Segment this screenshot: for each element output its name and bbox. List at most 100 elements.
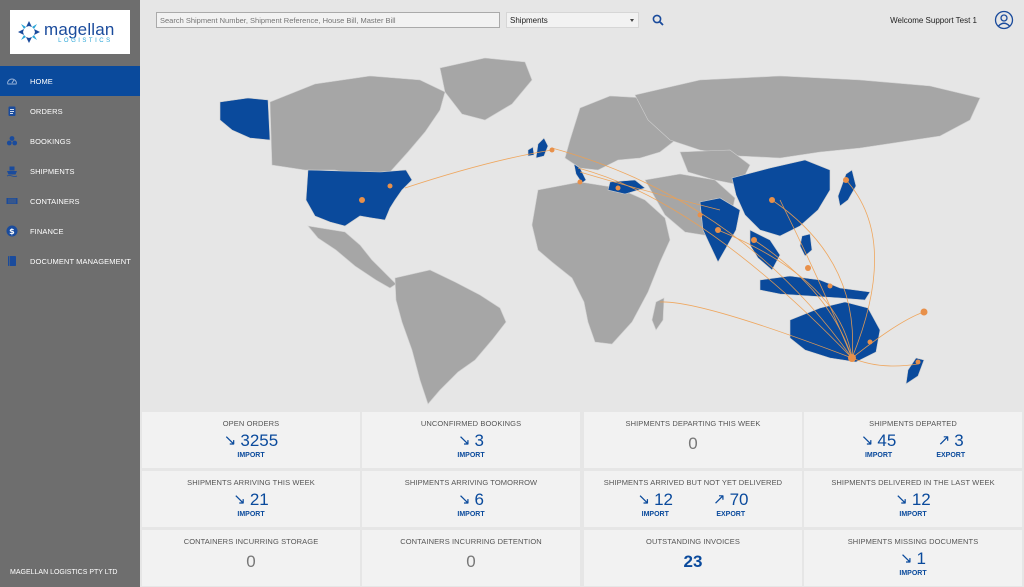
tile-title: OUTSTANDING INVOICES xyxy=(646,537,740,546)
sidebar-item-label: FINANCE xyxy=(30,226,64,236)
tile-value: 23 xyxy=(683,552,703,571)
greenland-landmass xyxy=(439,57,533,121)
stat-tile[interactable]: CONTAINERS INCURRING STORAGE 0 xyxy=(142,530,360,586)
tile-title: SHIPMENTS MISSING DOCUMENTS xyxy=(847,537,979,546)
arrow-up-right-icon: ↗ xyxy=(937,432,951,449)
metric-value: 21 xyxy=(249,490,269,509)
company-footer: MAGELLAN LOGISTICS PTY LTD xyxy=(10,569,118,576)
tile-title: SHIPMENTS DEPARTED xyxy=(869,419,957,428)
country-australia xyxy=(789,301,881,363)
stat-tile[interactable]: SHIPMENTS DEPARTING THIS WEEK 0 xyxy=(584,412,802,468)
sidebar-nav: HOME ORDERS BOOKINGS SHIPMENTS CONTAINER… xyxy=(0,66,140,276)
metric-label: IMPORT xyxy=(899,570,927,577)
madagascar-landmass xyxy=(651,297,665,331)
country-indonesia xyxy=(759,275,871,301)
south-america-landmass xyxy=(394,269,507,405)
stat-tile[interactable]: OUTSTANDING INVOICES 23 xyxy=(584,530,802,586)
stat-tile[interactable]: SHIPMENTS ARRIVING THIS WEEK ↘ 21 IMPORT xyxy=(142,471,360,527)
tile-metrics: ↘ 6 IMPORT xyxy=(362,490,580,518)
port-node xyxy=(715,227,721,233)
tile-metric[interactable]: ↗ 70 EXPORT xyxy=(713,490,749,518)
country-ireland xyxy=(527,146,535,157)
sidebar-item-label: HOME xyxy=(30,76,53,86)
search-type-select[interactable]: Shipments xyxy=(506,12,639,28)
metric-value-row: ↗ 3 xyxy=(938,431,964,451)
logo-mark-icon xyxy=(18,21,40,43)
country-japan xyxy=(837,169,857,207)
stat-tile[interactable]: SHIPMENTS DELIVERED IN THE LAST WEEK ↘ 12 I… xyxy=(804,471,1022,527)
africa-landmass xyxy=(531,181,671,345)
tile-metric[interactable]: ↗ 3 EXPORT xyxy=(936,431,965,459)
stat-tile[interactable]: OPEN ORDERS ↘ 3255 IMPORT xyxy=(142,412,360,468)
country-usa xyxy=(305,169,413,227)
ship-icon xyxy=(6,165,18,177)
search-icon[interactable] xyxy=(651,13,665,27)
port-node xyxy=(915,359,921,365)
tile-metric[interactable]: ↘ 21 IMPORT xyxy=(233,490,269,518)
metric-value: 70 xyxy=(729,490,749,509)
port-node xyxy=(751,237,757,243)
stat-tile[interactable]: SHIPMENTS ARRIVED BUT NOT YET DELIVERED ↘… xyxy=(584,471,802,527)
metric-label: IMPORT xyxy=(237,452,265,459)
container-icon xyxy=(6,195,18,207)
metric-label: IMPORT xyxy=(899,511,927,518)
tile-title: UNCONFIRMED BOOKINGS xyxy=(420,419,522,428)
tile-metrics: ↘ 12 IMPORT ↗ 70 EXPORT xyxy=(584,490,802,518)
metric-value-row: ↘ 6 xyxy=(458,490,484,510)
world-shipment-map[interactable] xyxy=(140,40,1024,410)
book-icon xyxy=(6,255,18,267)
arrow-down-right-icon: ↘ xyxy=(860,432,874,449)
svg-text:$: $ xyxy=(9,227,15,236)
metric-value: 12 xyxy=(654,490,673,509)
tile-title: OPEN ORDERS xyxy=(222,419,280,428)
tile-metric[interactable]: ↘ 3 IMPORT xyxy=(457,431,484,459)
tile-title: SHIPMENTS DELIVERED IN THE LAST WEEK xyxy=(831,478,995,487)
stat-tile[interactable]: SHIPMENTS ARRIVING TOMORROW ↘ 6 IMPORT xyxy=(362,471,580,527)
search-type-value: Shipments xyxy=(510,16,548,25)
metric-label: IMPORT xyxy=(457,452,485,459)
dollar-icon: $ xyxy=(6,225,18,237)
stat-tile[interactable]: SHIPMENTS MISSING DOCUMENTS ↘ 1 IMPORT xyxy=(804,530,1022,586)
arrow-down-right-icon: ↘ xyxy=(895,491,908,508)
tile-metrics: ↘ 21 IMPORT xyxy=(142,490,360,518)
sidebar-item-label: DOCUMENT MANAGEMENT xyxy=(30,256,131,266)
metric-value: 3 xyxy=(474,431,485,450)
sidebar-item-bookings[interactable]: BOOKINGS xyxy=(0,126,140,156)
stat-tile[interactable]: UNCONFIRMED BOOKINGS ↘ 3 IMPORT xyxy=(362,412,580,468)
port-node xyxy=(359,197,365,203)
brand-name: magellan xyxy=(44,19,115,39)
sidebar-item-label: ORDERS xyxy=(30,106,63,116)
tile-title: SHIPMENTS ARRIVING TOMORROW xyxy=(404,478,538,487)
tile-metric[interactable]: ↘ 1 IMPORT xyxy=(899,549,926,577)
tile-metrics: ↘ 45 IMPORT ↗ 3 EXPORT xyxy=(804,431,1022,459)
tile-metric[interactable]: ↘ 12 IMPORT xyxy=(895,490,931,518)
tile-metric[interactable]: ↘ 12 IMPORT xyxy=(638,490,674,518)
metric-value-row: ↘ 3 xyxy=(458,431,484,451)
tile-metric[interactable]: ↘ 45 IMPORT xyxy=(861,431,897,459)
mexico-landmass xyxy=(307,225,397,289)
sidebar-item-finance[interactable]: $ FINANCE xyxy=(0,216,140,246)
search-input[interactable] xyxy=(156,12,500,28)
sidebar-item-orders[interactable]: ORDERS xyxy=(0,96,140,126)
sidebar: magellan LOGISTICS HOME ORDERS BOOKINGS xyxy=(0,0,140,587)
metric-label: IMPORT xyxy=(864,452,893,459)
tile-metric[interactable]: ↘ 3255 IMPORT xyxy=(224,431,278,459)
metric-value: 6 xyxy=(474,490,485,509)
port-node xyxy=(867,339,873,345)
tile-metric[interactable]: ↘ 6 IMPORT xyxy=(457,490,484,518)
sidebar-item-shipments[interactable]: SHIPMENTS xyxy=(0,156,140,186)
user-profile-icon[interactable] xyxy=(994,10,1014,30)
brand-logo[interactable]: magellan LOGISTICS xyxy=(10,10,130,54)
sidebar-item-document-management[interactable]: DOCUMENT MANAGEMENT xyxy=(0,246,140,276)
port-node xyxy=(843,177,849,183)
canada-landmass xyxy=(269,75,446,177)
sidebar-item-containers[interactable]: CONTAINERS xyxy=(0,186,140,216)
stat-tile[interactable]: CONTAINERS INCURRING DETENTION 0 xyxy=(362,530,580,586)
metric-value-row: ↘ 45 xyxy=(861,431,897,451)
sidebar-item-label: BOOKINGS xyxy=(30,136,71,146)
sidebar-item-home[interactable]: HOME xyxy=(0,66,140,96)
stat-tile[interactable]: SHIPMENTS DEPARTED ↘ 45 IMPORT ↗ 3 EXPORT xyxy=(804,412,1022,468)
metric-value-row: ↘ 12 xyxy=(638,490,674,510)
port-node xyxy=(769,197,775,203)
arrow-down-right-icon: ↘ xyxy=(457,432,471,449)
